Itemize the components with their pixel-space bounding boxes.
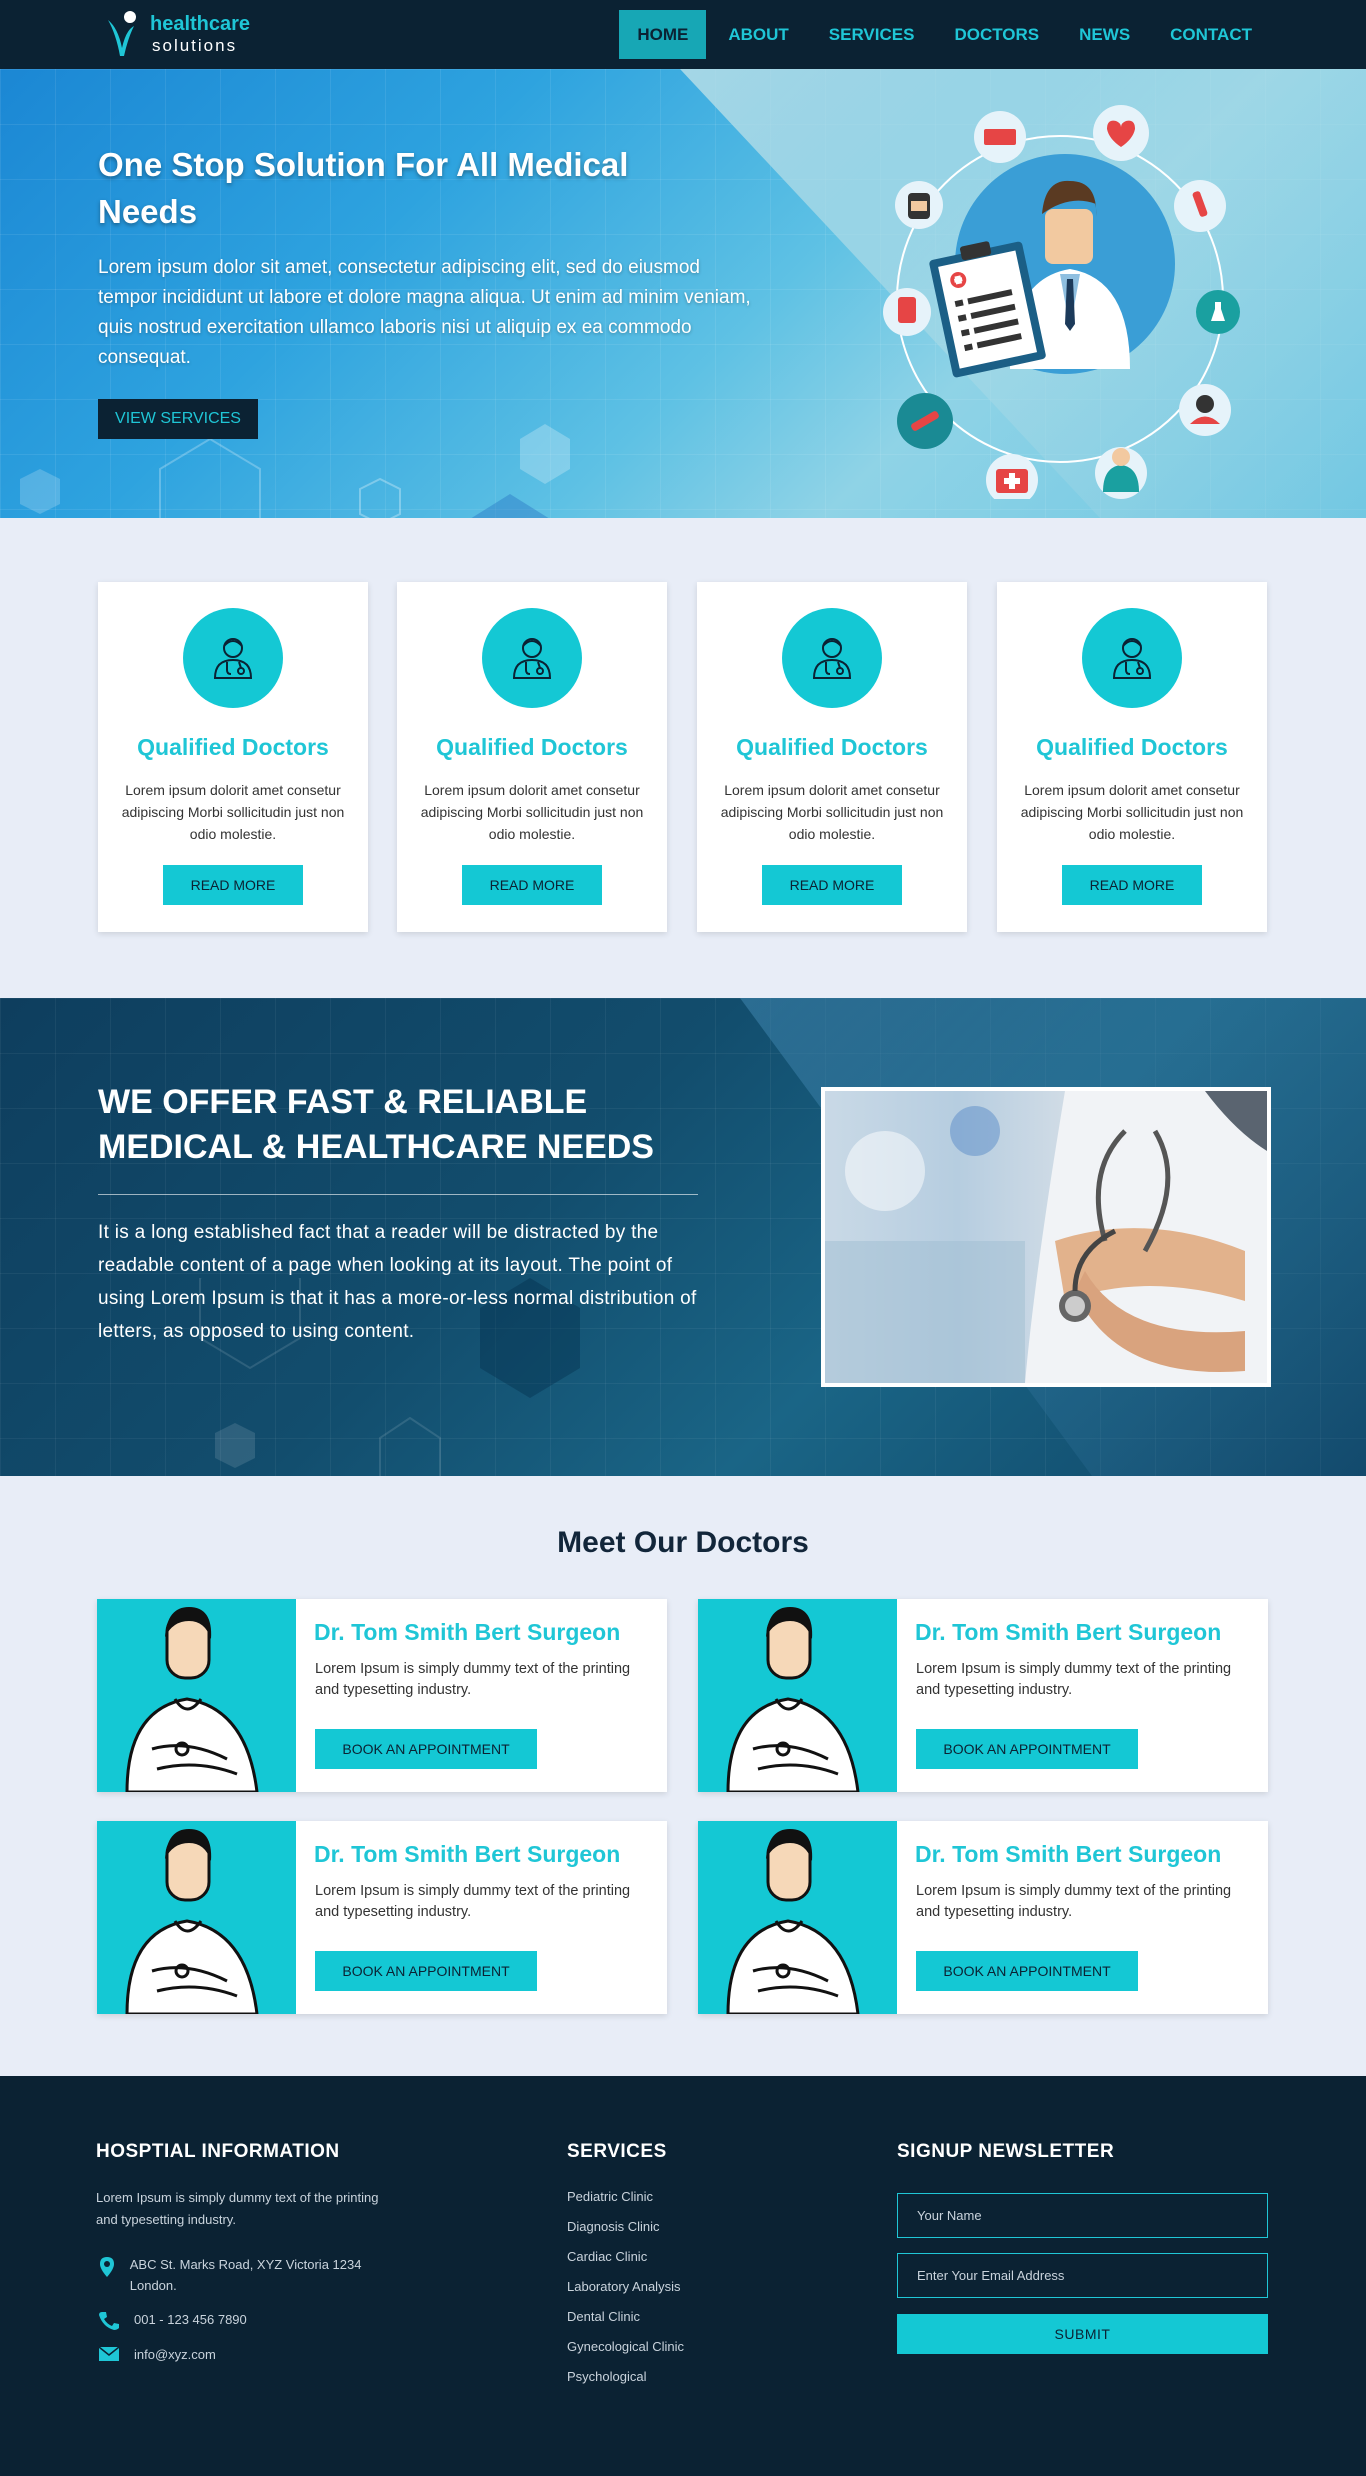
mail-icon bbox=[96, 2344, 122, 2365]
newsletter-email-input[interactable]: Enter Your Email Address bbox=[897, 2253, 1268, 2298]
feature-text: Lorem ipsum dolorit amet consetur adipis… bbox=[1020, 782, 1244, 842]
newsletter-name-input[interactable]: Your Name bbox=[897, 2193, 1268, 2238]
phone-icon bbox=[96, 2309, 122, 2330]
read-more-button[interactable]: READ MORE bbox=[762, 865, 902, 905]
footer-newsletter-heading: SIGNUP NEWSLETTER bbox=[897, 2141, 1115, 2162]
footer-services-heading: SERVICES bbox=[567, 2141, 667, 2162]
offer-section: WE OFFER FAST & RELIABLE MEDICAL & HEALT… bbox=[0, 998, 1366, 1476]
feature-text: Lorem ipsum dolorit amet consetur adipis… bbox=[720, 782, 944, 842]
footer-services-list: Pediatric Clinic Diagnosis Clinic Cardia… bbox=[567, 2186, 684, 2396]
page: healthcare solutions HOME ABOUT SERVICES… bbox=[0, 0, 1366, 2476]
doctor-text: Lorem Ipsum is simply dummy text of the … bbox=[916, 1883, 1232, 1920]
doctor-icon bbox=[1082, 608, 1182, 708]
doctor-text: Lorem Ipsum is simply dummy text of the … bbox=[916, 1661, 1232, 1698]
hero-banner: One Stop Solution For All Medical Needs … bbox=[0, 69, 1366, 518]
book-appointment-button[interactable]: BOOK AN APPOINTMENT bbox=[315, 1951, 537, 1991]
doctor-name: Dr. Tom Smith Bert Surgeon bbox=[314, 1841, 621, 1867]
hero-text: Lorem ipsum dolor sit amet, consectetur … bbox=[98, 257, 751, 368]
doctor-stethoscope-photo bbox=[821, 1087, 1271, 1387]
newsletter-submit-button[interactable]: SUBMIT bbox=[897, 2314, 1268, 2354]
footer-info-heading: HOSPTIAL INFORMATION bbox=[96, 2141, 340, 2162]
logo-line1: healthcare bbox=[150, 13, 251, 35]
logo-icon bbox=[108, 11, 136, 56]
feature-title: Qualified Doctors bbox=[736, 734, 928, 760]
nav-news[interactable]: NEWS bbox=[1061, 10, 1148, 59]
feature-card: Qualified Doctors Lorem ipsum dolorit am… bbox=[697, 582, 967, 932]
doctor-name: Dr. Tom Smith Bert Surgeon bbox=[915, 1619, 1222, 1645]
book-appointment-button[interactable]: BOOK AN APPOINTMENT bbox=[315, 1729, 537, 1769]
doctor-card: Dr. Tom Smith Bert Surgeon Lorem Ipsum i… bbox=[97, 1599, 667, 1792]
logo-line2: solutions bbox=[152, 36, 238, 55]
feature-title: Qualified Doctors bbox=[436, 734, 628, 760]
feature-card: Qualified Doctors Lorem ipsum dolorit am… bbox=[397, 582, 667, 932]
logo[interactable]: healthcare solutions bbox=[106, 8, 250, 60]
doctor-avatar bbox=[698, 1821, 897, 2014]
service-link[interactable]: Gynecological Clinic bbox=[567, 2336, 684, 2366]
nav-services[interactable]: SERVICES bbox=[811, 10, 933, 59]
doctors-section: Meet Our Doctors Dr. Tom Smith Bert Surg… bbox=[0, 1476, 1366, 2076]
map-pin-icon bbox=[96, 2254, 118, 2296]
view-services-button[interactable]: VIEW SERVICES bbox=[98, 399, 258, 439]
offer-title: WE OFFER FAST & RELIABLE MEDICAL & HEALT… bbox=[98, 1083, 654, 1166]
service-link[interactable]: Cardiac Clinic bbox=[567, 2246, 684, 2276]
site-footer: HOSPTIAL INFORMATION Lorem Ipsum is simp… bbox=[0, 2076, 1366, 2476]
doctor-card: Dr. Tom Smith Bert Surgeon Lorem Ipsum i… bbox=[698, 1599, 1268, 1792]
feature-text: Lorem ipsum dolorit amet consetur adipis… bbox=[420, 782, 644, 842]
doctor-card: Dr. Tom Smith Bert Surgeon Lorem Ipsum i… bbox=[97, 1821, 667, 2014]
nav-about[interactable]: ABOUT bbox=[710, 10, 806, 59]
feature-title: Qualified Doctors bbox=[1036, 734, 1228, 760]
doctors-heading: Meet Our Doctors bbox=[557, 1526, 809, 1559]
service-link[interactable]: Laboratory Analysis bbox=[567, 2276, 684, 2306]
service-link[interactable]: Psychological bbox=[567, 2366, 684, 2396]
read-more-button[interactable]: READ MORE bbox=[163, 865, 303, 905]
offer-divider bbox=[98, 1194, 698, 1195]
doctor-icon bbox=[482, 608, 582, 708]
book-appointment-button[interactable]: BOOK AN APPOINTMENT bbox=[916, 1951, 1138, 1991]
nav-contact[interactable]: CONTACT bbox=[1152, 10, 1270, 59]
doctor-icon bbox=[183, 608, 283, 708]
feature-card: Qualified Doctors Lorem ipsum dolorit am… bbox=[98, 582, 368, 932]
book-appointment-button[interactable]: BOOK AN APPOINTMENT bbox=[916, 1729, 1138, 1769]
read-more-button[interactable]: READ MORE bbox=[1062, 865, 1202, 905]
service-link[interactable]: Dental Clinic bbox=[567, 2306, 684, 2336]
offer-text: It is a long established fact that a rea… bbox=[98, 1222, 697, 1342]
doctor-avatar bbox=[97, 1599, 296, 1792]
nav-home[interactable]: HOME bbox=[619, 10, 707, 59]
doctor-text: Lorem Ipsum is simply dummy text of the … bbox=[315, 1661, 631, 1698]
address-text: ABC St. Marks Road, XYZ Victoria 1234 Lo… bbox=[129, 2257, 362, 2293]
email-text[interactable]: info@xyz.com bbox=[134, 2344, 216, 2365]
footer-phone: 001 - 123 456 7890 bbox=[96, 2309, 247, 2330]
feature-text: Lorem ipsum dolorit amet consetur adipis… bbox=[121, 782, 345, 842]
doctor-avatar bbox=[698, 1599, 897, 1792]
doctor-avatar bbox=[97, 1821, 296, 2014]
doctor-name: Dr. Tom Smith Bert Surgeon bbox=[314, 1619, 621, 1645]
main-nav: HOME ABOUT SERVICES DOCTORS NEWS CONTACT bbox=[615, 10, 1270, 59]
footer-email: info@xyz.com bbox=[96, 2344, 216, 2365]
doctor-card: Dr. Tom Smith Bert Surgeon Lorem Ipsum i… bbox=[698, 1821, 1268, 2014]
site-header: healthcare solutions HOME ABOUT SERVICES… bbox=[0, 0, 1366, 69]
feature-title: Qualified Doctors bbox=[137, 734, 329, 760]
service-link[interactable]: Pediatric Clinic bbox=[567, 2186, 684, 2216]
feature-card: Qualified Doctors Lorem ipsum dolorit am… bbox=[997, 582, 1267, 932]
doctor-icon bbox=[782, 608, 882, 708]
phone-text[interactable]: 001 - 123 456 7890 bbox=[134, 2309, 247, 2330]
read-more-button[interactable]: READ MORE bbox=[462, 865, 602, 905]
doctor-name: Dr. Tom Smith Bert Surgeon bbox=[915, 1841, 1222, 1867]
doctor-text: Lorem Ipsum is simply dummy text of the … bbox=[315, 1883, 631, 1920]
service-link[interactable]: Diagnosis Clinic bbox=[567, 2216, 684, 2246]
footer-address: ABC St. Marks Road, XYZ Victoria 1234 Lo… bbox=[96, 2254, 366, 2296]
footer-about-text: Lorem Ipsum is simply dummy text of the … bbox=[96, 2190, 379, 2227]
hero-title: One Stop Solution For All Medical Needs bbox=[98, 146, 629, 230]
nav-doctors[interactable]: DOCTORS bbox=[936, 10, 1057, 59]
doctor-illustration bbox=[883, 105, 1240, 499]
features-section: Qualified Doctors Lorem ipsum dolorit am… bbox=[0, 518, 1366, 998]
